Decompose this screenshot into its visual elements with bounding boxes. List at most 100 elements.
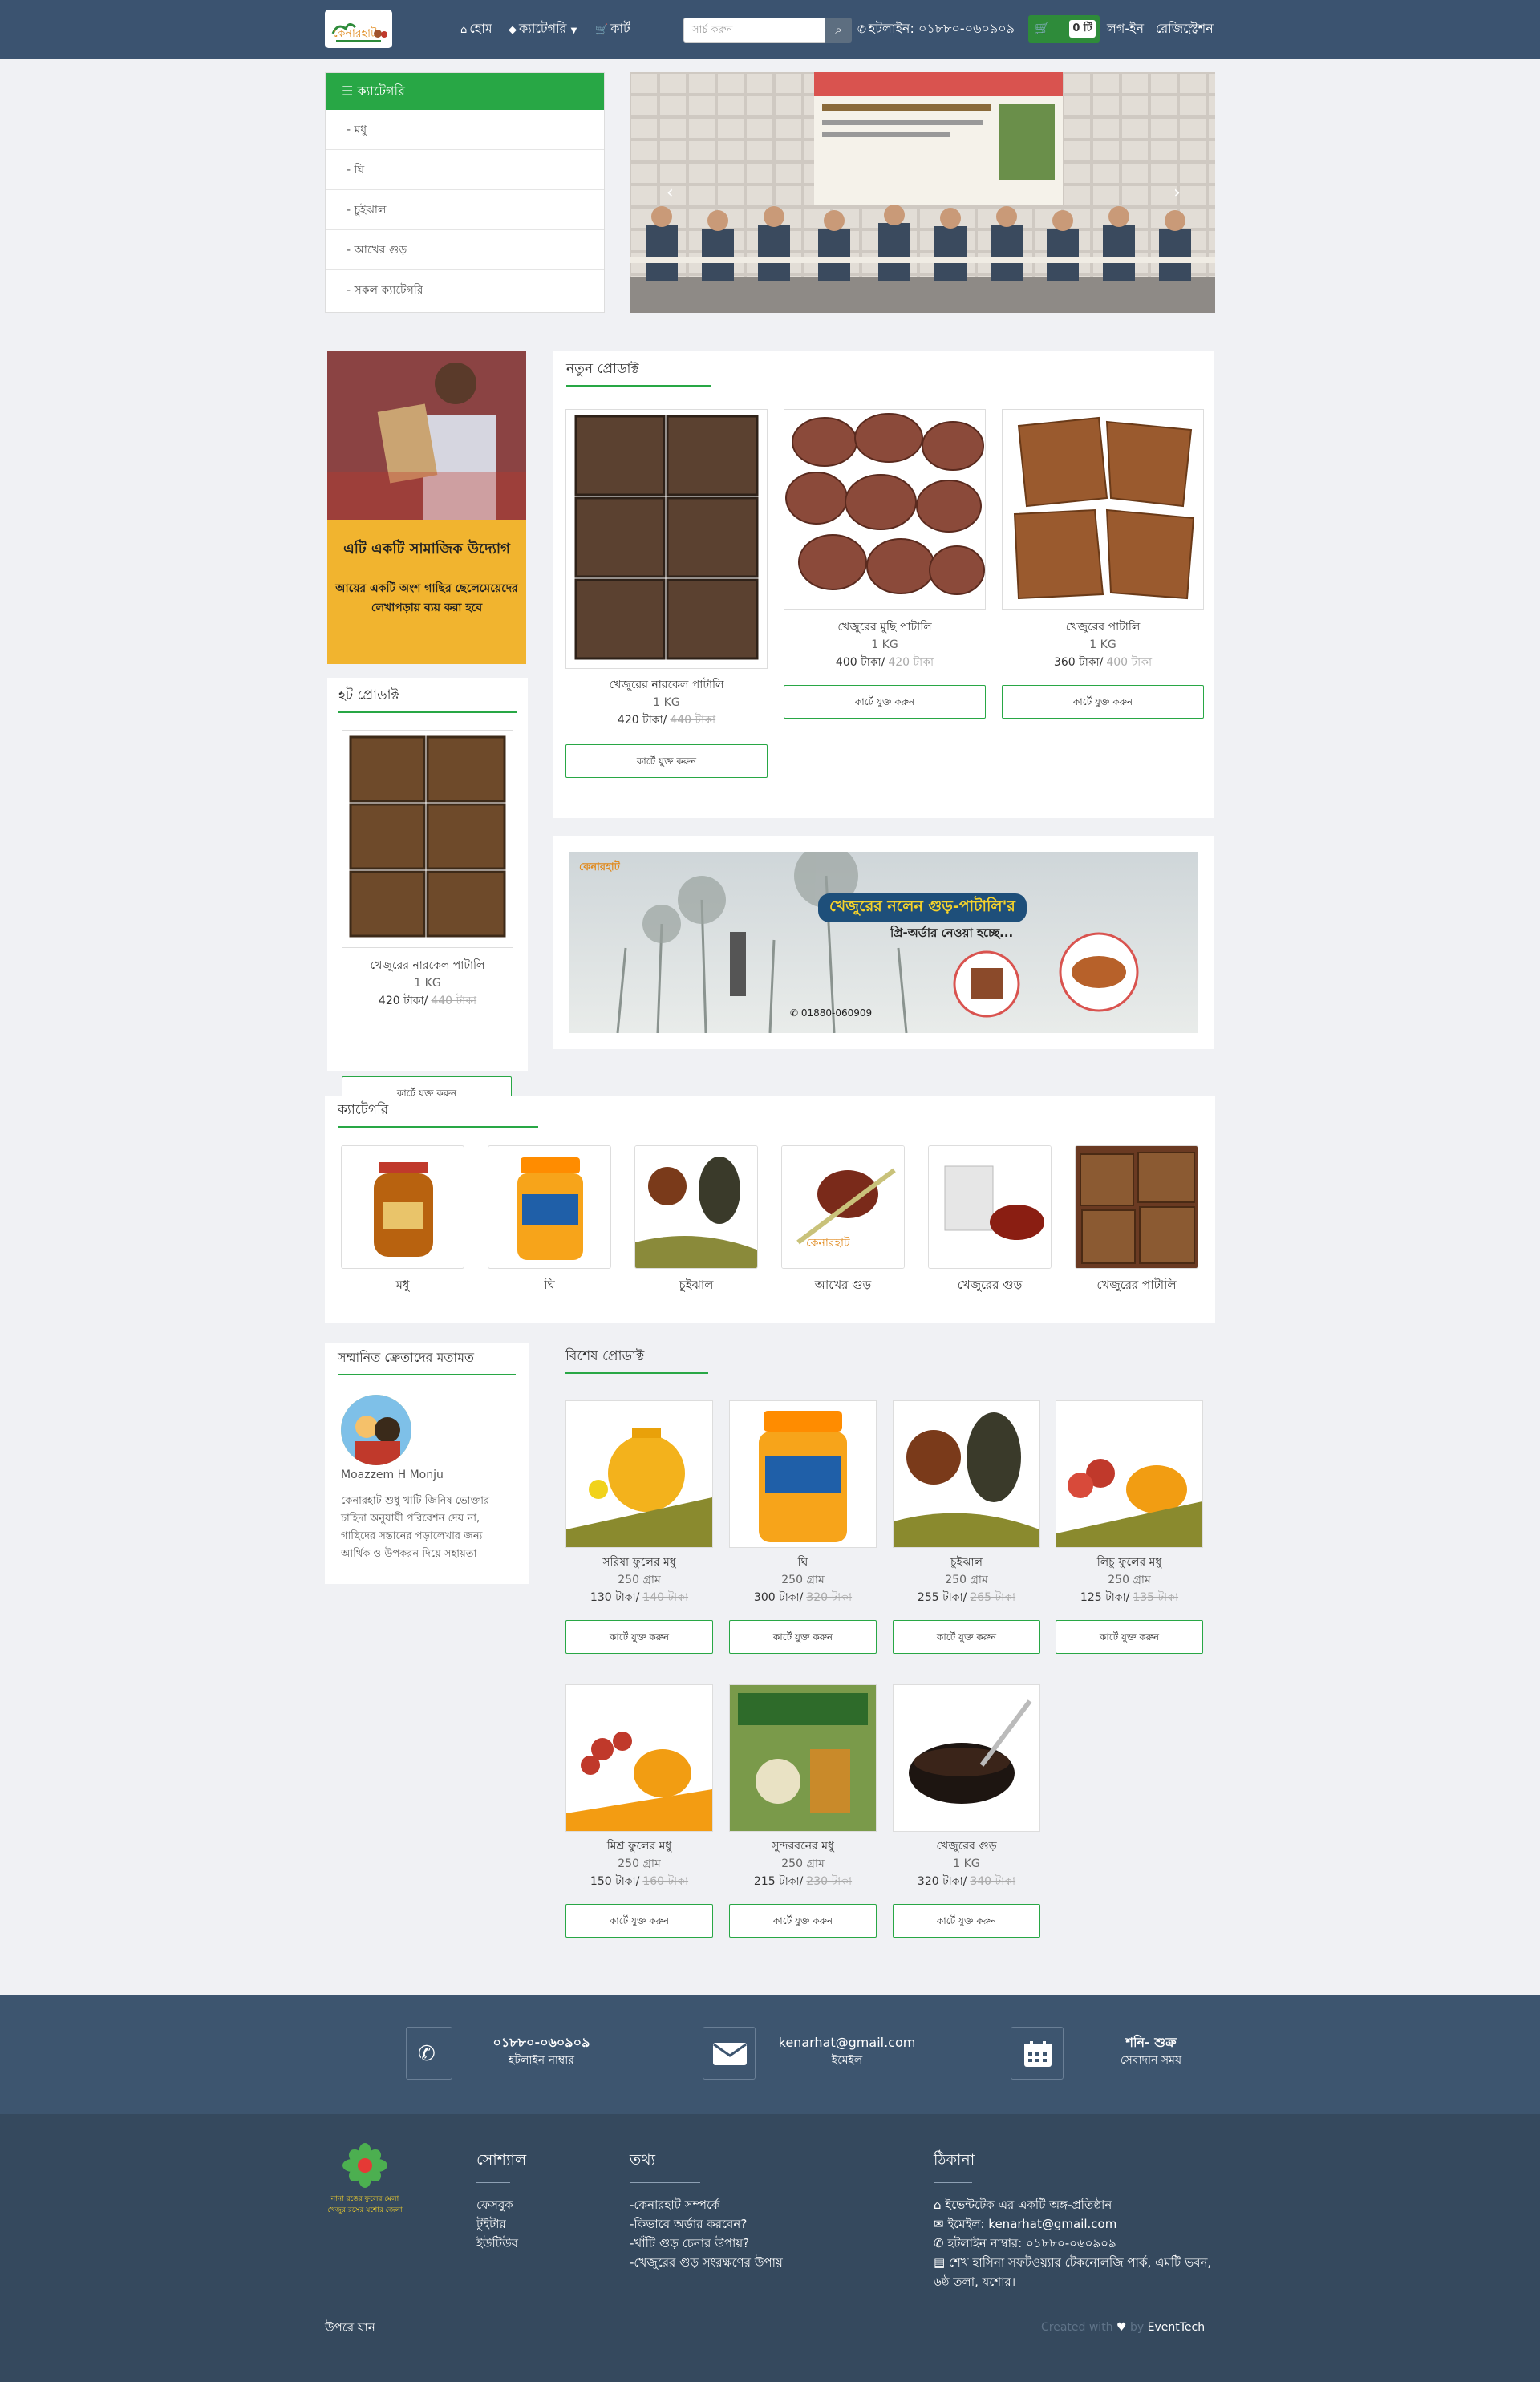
slider-next-icon[interactable]: › [1173,183,1181,203]
product-name[interactable]: সরিষা ফুলের মধু [565,1554,713,1570]
product-name[interactable]: সুন্দরবনের মধু [729,1838,877,1854]
add-to-cart-button[interactable]: কার্টে যুক্ত করুন [565,744,768,778]
product-image[interactable] [342,730,513,948]
promo-body: আয়ের একটি অংশ গাছির ছেলেমেয়েদের লেখাপড… [335,582,518,614]
contact-email-label: ইমেইল [831,2054,863,2067]
sidebar-item-all-categories[interactable]: - সকল ক্যাটেগরি [326,270,604,310]
add-to-cart-button[interactable]: কার্টে যুক্ত করুন [1056,1620,1203,1654]
category-card-date-jaggery[interactable]: খেজুরের গুড় [928,1145,1052,1298]
add-to-cart-button[interactable]: কার্টে যুক্ত করুন [784,685,986,719]
sidebar-item-honey[interactable]: - মধু [326,110,604,150]
product-name[interactable]: খেজুরের পাটালি [1002,619,1204,635]
category-card-ghee[interactable]: ঘি [488,1145,611,1298]
product-image[interactable] [784,409,986,610]
credit-company-link[interactable]: EventTech [1148,2321,1205,2334]
sidebar-item-chuijhal[interactable]: - চুইঝাল [326,190,604,230]
cart-button[interactable]: 🛒 0 টি [1028,15,1100,43]
product-name[interactable]: মিশ্র ফুলের মধু [565,1838,713,1854]
price-current: 300 টাকা/ [753,1591,804,1604]
category-image [634,1145,758,1269]
add-to-cart-button[interactable]: কার্টে যুক্ত করুন [1002,685,1204,719]
footer-address-location-text: শেখ হাসিনা সফটওয়্যার টেকনোলজি পার্ক, এম… [948,2255,1212,2270]
price-current: 420 টাকা/ [617,714,667,727]
product-image[interactable] [729,1684,877,1832]
product-price: 150 টাকা/160 টাকা [565,1874,713,1890]
category-card-sugarcane-jaggery[interactable]: কেনারহাট আখের গুড় [781,1145,905,1298]
back-to-top-link[interactable]: উপরে যান [325,2318,375,2337]
category-label: আখের গুড় [814,1278,872,1292]
product-image[interactable] [565,1684,713,1832]
sidebar-category-box: ☰ ক্যাটেগরি - মধু - ঘি - চুইঝাল - আখের গ… [325,72,605,313]
testimonial-underline [338,1374,516,1375]
product-weight: 1 KG [871,638,898,651]
contact-email-address[interactable]: kenarhat@gmail.com [775,2034,919,2052]
product-name[interactable]: চুইঝাল [893,1554,1040,1570]
footer-address-org-text: ইভেন্টটেক এর একটি অঙ্গ-প্রতিষ্ঠান [945,2198,1112,2212]
product-name[interactable]: লিচু ফুলের মধু [1056,1554,1203,1570]
contact-phone-label: হটলাইন নাম্বার [509,2054,574,2067]
footer-link-twitter[interactable]: টুইটার [476,2214,506,2234]
sidebar-item-ghee[interactable]: - ঘি [326,150,604,190]
product-image[interactable] [729,1400,877,1548]
add-to-cart-button[interactable]: কার্টে যুক্ত করুন [565,1620,713,1654]
nav-category-dropdown[interactable]: ◆ ক্যাটেগরি ▼ [509,19,577,41]
product-name[interactable]: খেজুরের গুড় [893,1838,1040,1854]
footer-social-underline [476,2182,510,2183]
search-input[interactable]: সার্চ করুন [683,18,826,43]
product-price: 130 টাকা/140 টাকা [565,1590,713,1606]
footer-link-how-to-order[interactable]: -কিভাবে অর্ডার করবেন? [630,2214,747,2234]
product-weight: 1 KG [653,696,680,709]
sidebar-category-header: ☰ ক্যাটেগরি [326,73,604,110]
footer-link-youtube[interactable]: ইউটিউব [476,2234,518,2253]
testimonial-title: সম্মানিত ক্রেতাদের মতামত [338,1350,474,1365]
add-to-cart-button[interactable]: কার্টে যুক্ত করুন [893,1620,1040,1654]
product-image[interactable] [1056,1400,1203,1548]
envelope-icon [713,2043,747,2065]
category-card-date-patali[interactable]: খেজুরের পাটালি [1075,1145,1198,1298]
contact-days-label: সেবাদান সময় [1120,2054,1182,2067]
footer-link-facebook[interactable]: ফেসবুক [476,2195,513,2214]
footer-link-about[interactable]: -কেনারহাট সম্পর্কে [630,2195,720,2214]
add-to-cart-button[interactable]: কার্টে যুক্ত করুন [893,1904,1040,1938]
svg-text:কেনারহাট: কেনারহাট [806,1236,850,1250]
nav-cart[interactable]: 🛒 কার্ট [595,19,630,40]
product-name[interactable]: খেজুরের নারকেল পাটালি [565,677,768,693]
product-image[interactable] [565,409,768,669]
product-name[interactable]: খেজুরের নারকেল পাটালি [342,958,513,974]
footer-link-identify-pure-jaggery[interactable]: -খাঁটি গুড় চেনার উপায়? [630,2234,749,2253]
price-old: 140 টাকা [642,1591,689,1604]
product-weight: 250 গ্রাম [618,1857,661,1870]
product-image[interactable] [893,1684,1040,1832]
product-weight: 250 গ্রাম [945,1574,988,1586]
product-name[interactable]: ঘি [729,1554,877,1570]
add-to-cart-button[interactable]: কার্টে যুক্ত করুন [729,1620,877,1654]
banner-logo: কেনারহাট [579,861,620,873]
product-image[interactable] [893,1400,1040,1548]
hot-product-title: হট প্রোডাক্ট [338,687,399,703]
hot-product-underline [338,711,517,713]
hero-slider[interactable]: ‹ › [630,72,1215,313]
slider-prev-icon[interactable]: ‹ [667,183,674,203]
add-to-cart-button[interactable]: কার্টে যুক্ত করুন [565,1904,713,1938]
footer-link-preserve-jaggery[interactable]: -খেজুরের গুড় সংরক্ষণের উপায় [630,2253,783,2272]
sidebar-item-sugarcane-jaggery[interactable]: - আখের গুড় [326,230,604,270]
nav-home[interactable]: ⌂ হোম [460,19,492,40]
product-image[interactable] [565,1400,713,1548]
add-to-cart-button[interactable]: কার্টে যুক্ত করুন [729,1904,877,1938]
register-link[interactable]: রেজিস্ট্রেশন [1156,19,1214,38]
product-name[interactable]: খেজুরের মুছি পাটালি [784,619,986,635]
product-image[interactable] [1002,409,1204,610]
category-card-honey[interactable]: মধু [341,1145,464,1298]
search-button[interactable]: ⌕ [825,18,852,43]
flower-logo-icon [342,2143,387,2188]
contact-phone: ০১৮৮০-০৬০৯০৯ হটলাইন নাম্বার [481,2034,602,2069]
preorder-banner[interactable]: কেনারহাট খেজুরের নলেন গুড়-পাটালি'র প্রি… [569,852,1198,1033]
special-product-card: সুন্দরবনের মধু 250 গ্রাম 215 টাকা/230 টাকা… [729,1684,877,1949]
category-image: কেনারহাট [781,1145,905,1269]
login-link[interactable]: লগ-ইন [1107,19,1144,38]
banner-subheadline: প্রি-অর্ডার নেওয়া হচ্ছে... [890,926,1014,940]
price-current: 130 টাকা/ [590,1591,640,1604]
site-logo[interactable]: কেনারহাট [325,10,392,48]
new-products-title: নতুন প্রোডাক্ট [566,361,639,377]
category-card-chuijhal[interactable]: চুইঝাল [634,1145,758,1298]
